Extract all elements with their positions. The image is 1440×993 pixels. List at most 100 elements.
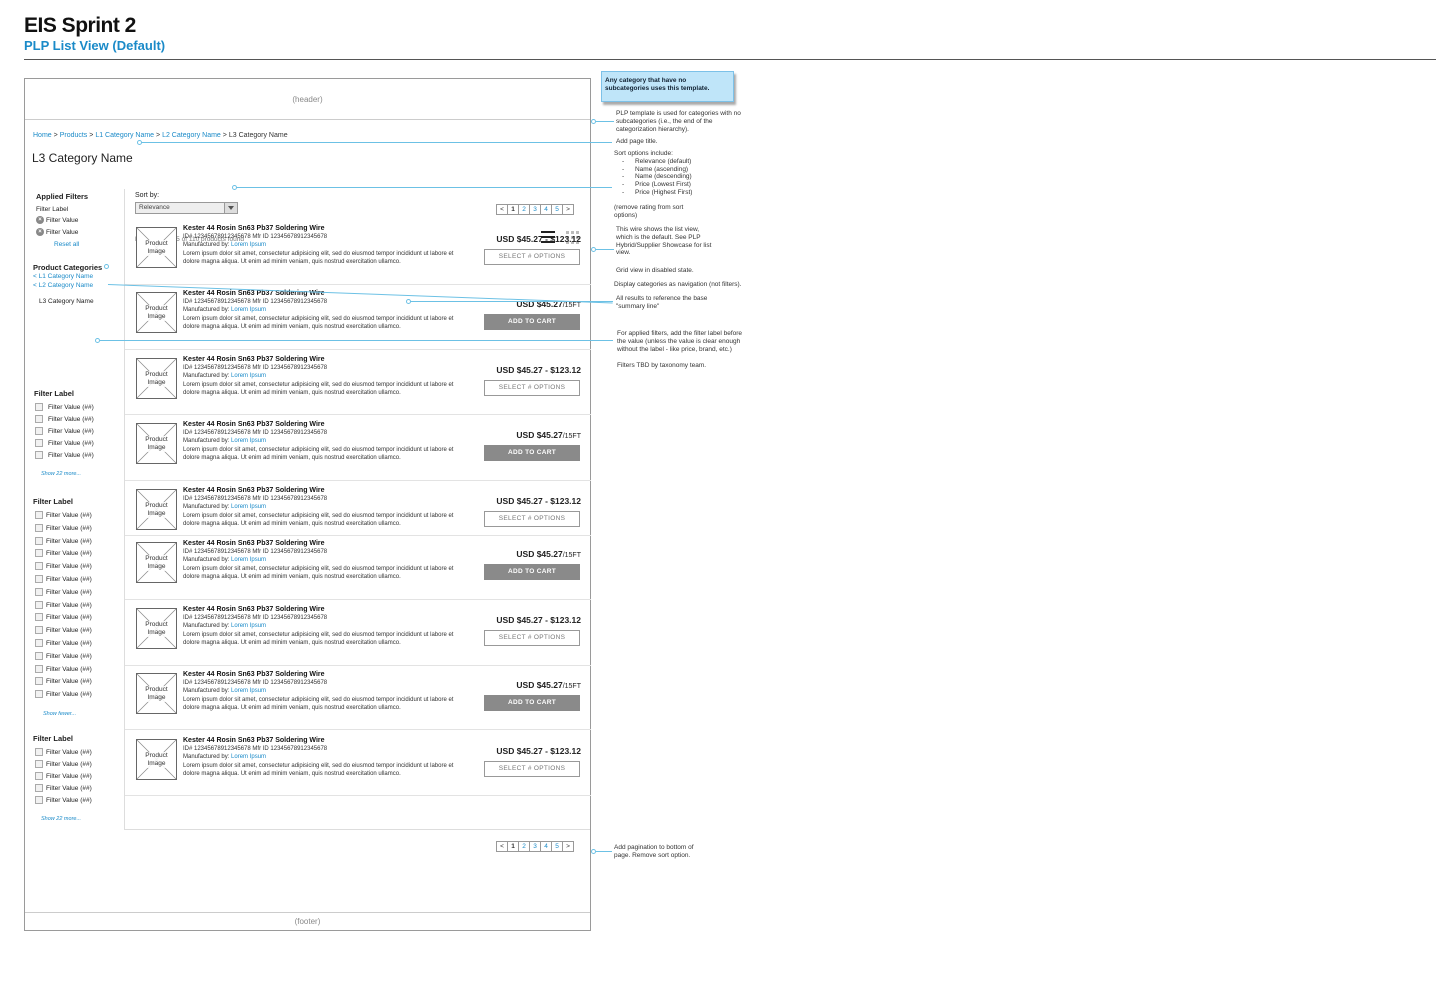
product-name[interactable]: Kester 44 Rosin Sn63 Pb37 Soldering Wire (183, 225, 325, 232)
product-image[interactable]: Product Image (136, 227, 177, 268)
price-value: USD $45.27 - $123.12 (496, 496, 581, 506)
filter-checkbox[interactable] (35, 690, 43, 699)
filter-checkbox[interactable] (35, 536, 43, 545)
product-name[interactable]: Kester 44 Rosin Sn63 Pb37 Soldering Wire (183, 540, 325, 547)
manufacturer-link[interactable]: Lorem Ipsum (231, 504, 266, 510)
product-image[interactable]: Product Image (136, 673, 177, 714)
filter-checkbox[interactable] (35, 784, 43, 792)
product-name[interactable]: Kester 44 Rosin Sn63 Pb37 Soldering Wire (183, 671, 325, 678)
product-ids: ID# 1234567891234567​8 Mfr ID 1234567891… (183, 549, 328, 555)
add-to-cart-button[interactable]: ADD TO CART (484, 695, 580, 711)
doc-title: EIS Sprint 2 (24, 14, 136, 37)
filter-checkbox[interactable] (35, 613, 43, 622)
manufacturer-link[interactable]: Lorem Ipsum (231, 557, 266, 563)
filter-checkbox[interactable] (35, 664, 43, 673)
product-description: Lorem ipsum dolor sit amet, consectetur … (183, 513, 454, 527)
filter-option-label: Filter Value (##) (46, 652, 92, 660)
reset-all-link[interactable]: Reset all (54, 241, 79, 248)
breadcrumb-home[interactable]: Home (33, 132, 52, 139)
product-name[interactable]: Kester 44 Rosin Sn63 Pb37 Soldering Wire (183, 606, 325, 613)
filter-option-label: Filter Value (##) (46, 550, 92, 558)
category-link-l1[interactable]: < L1 Category Name (33, 273, 93, 280)
sort-select[interactable]: Relevance (135, 202, 238, 214)
add-to-cart-button[interactable]: ADD TO CART (484, 445, 580, 461)
breadcrumb-current: L3 Category Name (228, 132, 288, 139)
select-options-button[interactable]: SELECT # OPTIONS (484, 249, 580, 265)
annotation-connector (140, 142, 612, 143)
pagination-next[interactable]: > (562, 841, 574, 852)
breadcrumb-l1[interactable]: L1 Category Name (95, 132, 154, 139)
show-more-link[interactable]: Show 22 more... (41, 816, 81, 822)
manufacturer-link[interactable]: Lorem Ipsum (231, 623, 266, 629)
filter-checkbox[interactable] (35, 523, 43, 532)
pagination-next[interactable]: > (562, 204, 574, 215)
title-divider (24, 59, 1436, 60)
category-link-l2[interactable]: < L2 Category Name (33, 282, 93, 289)
product-name[interactable]: Kester 44 Rosin Sn63 Pb37 Soldering Wire (183, 356, 325, 363)
results-panel: Sort by: Relevance Displaying 1-25 of 11… (124, 189, 591, 852)
filter-checkbox[interactable] (35, 562, 43, 571)
manufacturer-link[interactable]: Lorem Ipsum (231, 754, 266, 760)
show-more-link[interactable]: Show 22 more... (41, 471, 81, 477)
filter-checkbox[interactable] (35, 587, 43, 596)
product-image[interactable]: Product Image (136, 608, 177, 649)
breadcrumb-l2[interactable]: L2 Category Name (162, 132, 221, 139)
annotation-dot (104, 264, 109, 269)
product-image[interactable]: Product Image (136, 423, 177, 464)
product-image[interactable]: Product Image (136, 292, 177, 333)
product-image[interactable]: Product Image (136, 358, 177, 399)
product-name[interactable]: Kester 44 Rosin Sn63 Pb37 Soldering Wire (183, 421, 325, 428)
filter-option-label: Filter Value (##) (46, 749, 92, 756)
filter-checkbox[interactable] (35, 575, 43, 583)
product-manufacturer: Manufactured by: Lorem Ipsum (183, 373, 266, 379)
filter-checkbox[interactable] (35, 677, 43, 686)
filter-checkbox[interactable] (35, 639, 43, 647)
product-row: Product Image Kester 44 Rosin Sn63 Pb37 S… (125, 421, 591, 481)
select-options-button[interactable]: SELECT # OPTIONS (484, 761, 580, 777)
filter-checkbox[interactable] (35, 427, 43, 435)
select-options-button[interactable]: SELECT # OPTIONS (484, 630, 580, 646)
show-more-link[interactable]: Show fewer... (43, 711, 76, 717)
manufacturer-link[interactable]: Lorem Ipsum (231, 373, 266, 379)
breadcrumb-separator: > (53, 132, 58, 139)
select-options-button[interactable]: SELECT # OPTIONS (484, 511, 580, 527)
add-to-cart-button[interactable]: ADD TO CART (484, 564, 580, 580)
product-name[interactable]: Kester 44 Rosin Sn63 Pb37 Soldering Wire (183, 737, 325, 744)
product-name[interactable]: Kester 44 Rosin Sn63 Pb37 Soldering Wire (183, 487, 325, 494)
filter-checkbox[interactable] (35, 549, 43, 558)
filter-checkbox[interactable] (35, 403, 43, 411)
filter-option-label: Filter Value (##) (46, 601, 92, 609)
manufacturer-link[interactable]: Lorem Ipsum (231, 307, 266, 313)
filter-checkbox[interactable] (35, 439, 43, 447)
product-image[interactable]: Product Image (136, 542, 177, 583)
chevron-down-icon[interactable] (224, 203, 237, 213)
remove-filter-icon[interactable]: × (36, 228, 44, 236)
product-image[interactable]: Product Image (136, 489, 177, 530)
filter-option-label: Filter Value (##) (46, 627, 92, 635)
filter-checkbox[interactable] (35, 511, 43, 519)
filter-checkbox[interactable] (35, 748, 43, 756)
filter-checkbox[interactable] (35, 772, 43, 780)
select-options-button[interactable]: SELECT # OPTIONS (484, 380, 580, 396)
manufacturer-label: Manufactured by: (183, 688, 230, 694)
manufacturer-link[interactable]: Lorem Ipsum (231, 688, 266, 694)
manufacturer-link[interactable]: Lorem Ipsum (231, 438, 266, 444)
remove-filter-icon[interactable]: × (36, 216, 44, 224)
filter-checkbox[interactable] (35, 651, 43, 660)
annotation-note: All results to reference the base "summa… (616, 295, 708, 310)
filter-checkbox[interactable] (35, 451, 43, 459)
add-to-cart-button[interactable]: ADD TO CART (484, 314, 580, 330)
filter-checkbox[interactable] (35, 760, 43, 768)
category-current: L3 Category Name (39, 298, 94, 305)
product-image[interactable]: Product Image (136, 739, 177, 780)
product-description: Lorem ipsum dolor sit amet, consectetur … (183, 763, 454, 777)
filter-checkbox[interactable] (35, 626, 43, 635)
product-manufacturer: Manufactured by: Lorem Ipsum (183, 688, 266, 694)
product-ids: ID# 1234567891234567​8 Mfr ID 1234567891… (183, 299, 328, 305)
filter-checkbox[interactable] (35, 415, 43, 423)
filter-checkbox[interactable] (35, 796, 43, 804)
annotation-item: Name (descending) (622, 173, 749, 181)
filter-checkbox[interactable] (35, 600, 43, 609)
breadcrumb-products[interactable]: Products (60, 132, 88, 139)
manufacturer-link[interactable]: Lorem Ipsum (231, 242, 266, 248)
